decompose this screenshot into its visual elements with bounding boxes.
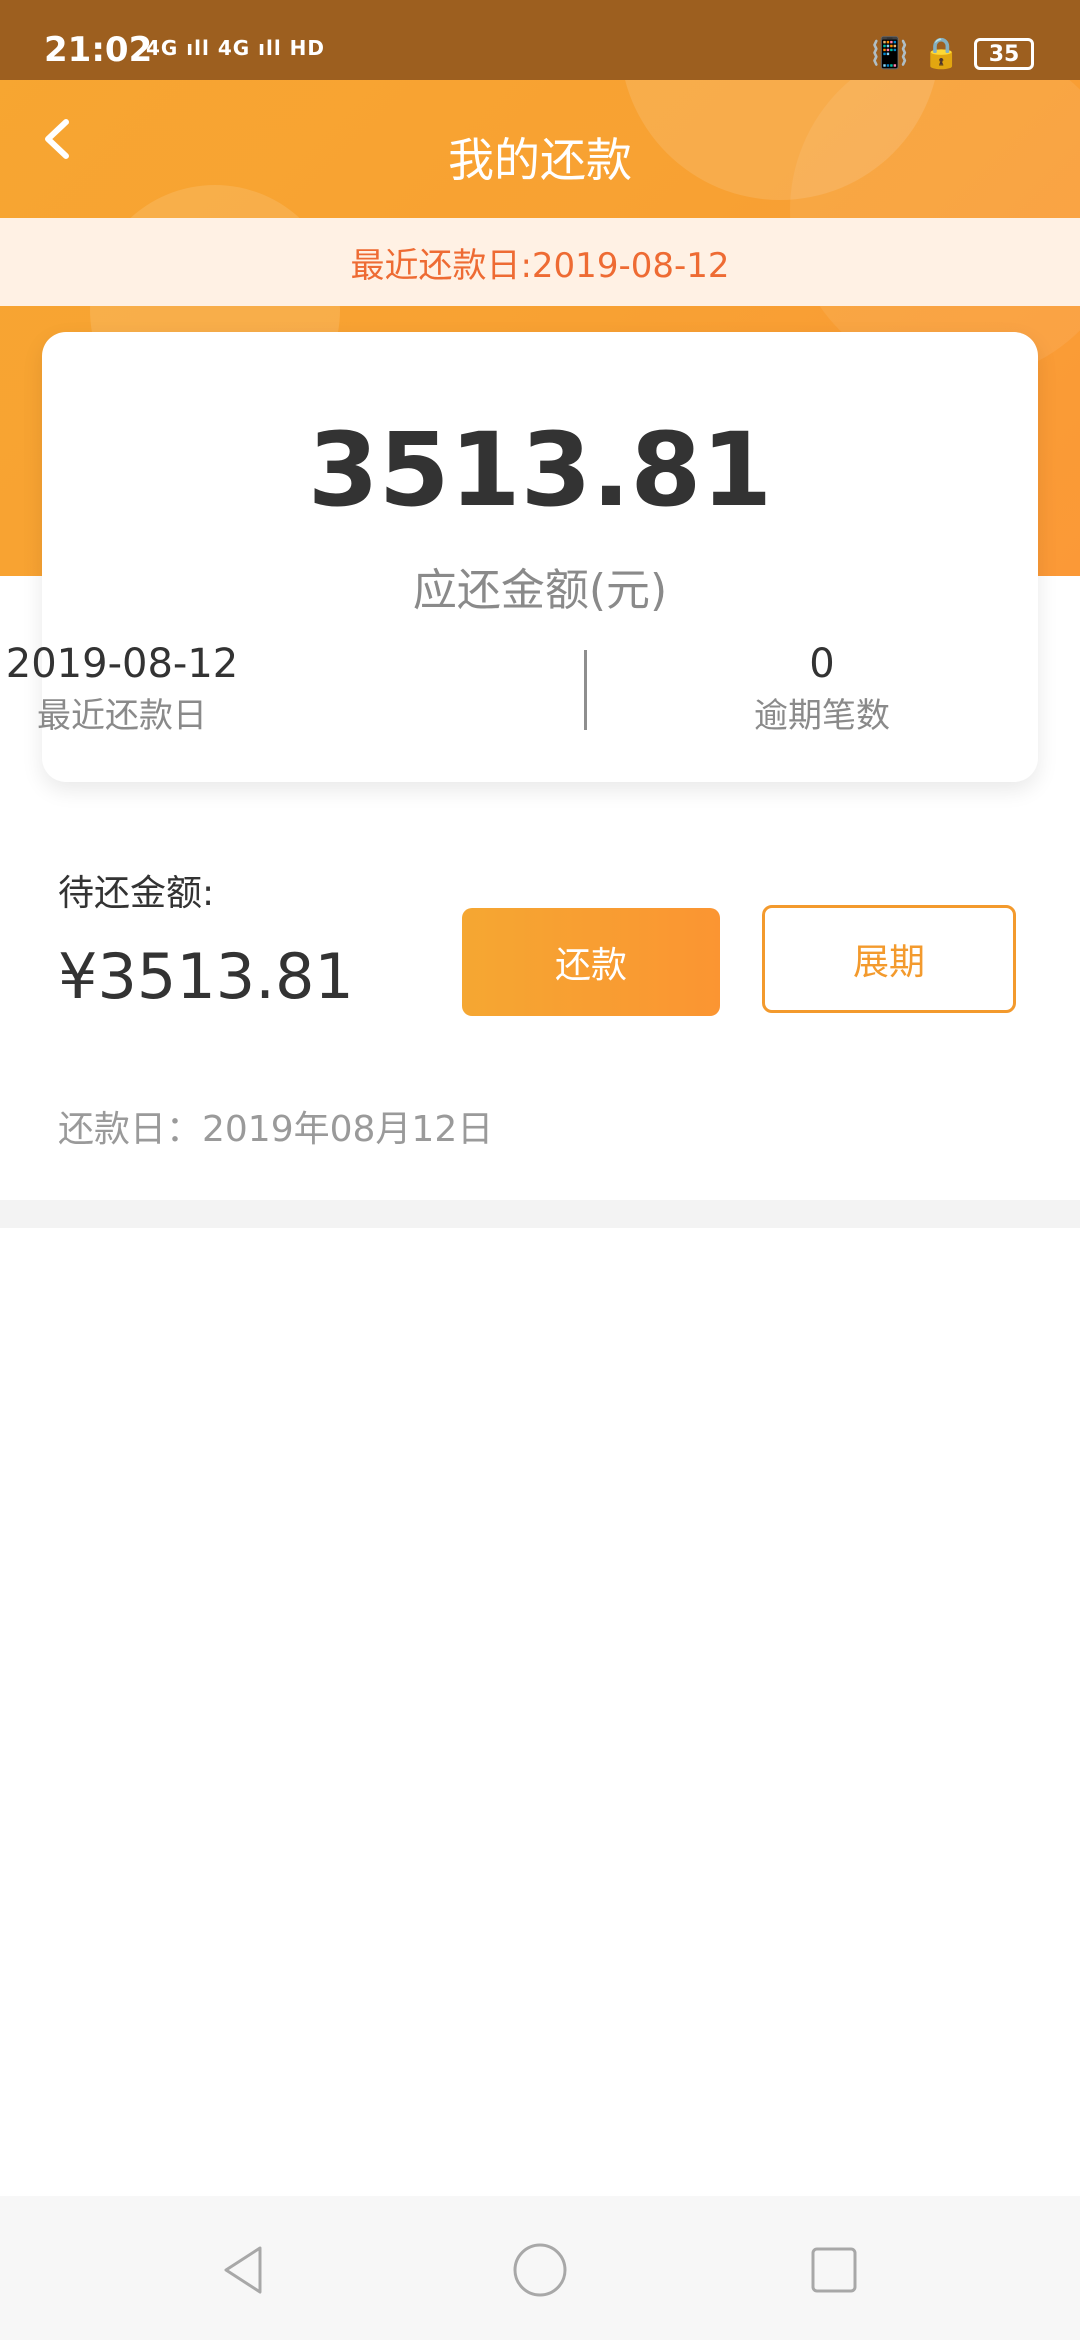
rotation-lock-icon: 🔒 — [922, 36, 960, 71]
status-icons: 📳 🔒 35 — [871, 38, 1034, 70]
network-indicator: 4G ıll 4G ıll HD — [146, 36, 325, 60]
summary-card: 3513.81 应还金额(元) 2019-08-12 最近还款日 0 逾期笔数 — [6, 332, 1038, 782]
status-bar: 21:02 4G ıll 4G ıll HD 📳 🔒 35 — [0, 0, 1080, 80]
recent-date-stat: 2019-08-12 最近还款日 — [0, 636, 412, 740]
pending-amount-label: 待还金额: — [58, 873, 215, 914]
amount-due-label: 应还金额(元) — [412, 565, 668, 616]
nav-bar: 我的还款 — [0, 80, 1080, 220]
vibrate-icon: 📳 — [871, 36, 909, 71]
home-circle-icon[interactable] — [510, 2240, 570, 2300]
overdue-stat: 0 逾期笔数 — [522, 636, 1080, 740]
repay-button[interactable]: 还款 — [462, 908, 720, 1016]
recent-due-notice: 最近还款日:2019-08-12 — [0, 218, 1080, 306]
system-navigation-bar — [0, 2196, 1080, 2340]
back-triangle-icon[interactable] — [216, 2240, 276, 2300]
pending-amount: ¥3513.81 — [58, 940, 354, 1013]
extend-button[interactable]: 展期 — [762, 905, 1016, 1013]
recents-square-icon[interactable] — [804, 2240, 864, 2300]
section-divider — [0, 1200, 1080, 1228]
amount-due: 3513.81 — [307, 411, 773, 530]
overdue-count-value: 0 — [809, 641, 835, 687]
notice-text: 最近还款日:2019-08-12 — [350, 245, 730, 286]
recent-date-label: 最近还款日 — [37, 696, 207, 736]
status-time: 21:02 — [44, 30, 153, 70]
page-title: 我的还款 — [448, 133, 632, 187]
battery-level: 35 — [988, 41, 1020, 67]
battery-icon: 35 — [974, 38, 1034, 70]
recent-date-value: 2019-08-12 — [5, 641, 239, 687]
repayment-date: 还款日：2019年08月12日 — [58, 1109, 494, 1150]
overdue-count-label: 逾期笔数 — [754, 696, 890, 736]
